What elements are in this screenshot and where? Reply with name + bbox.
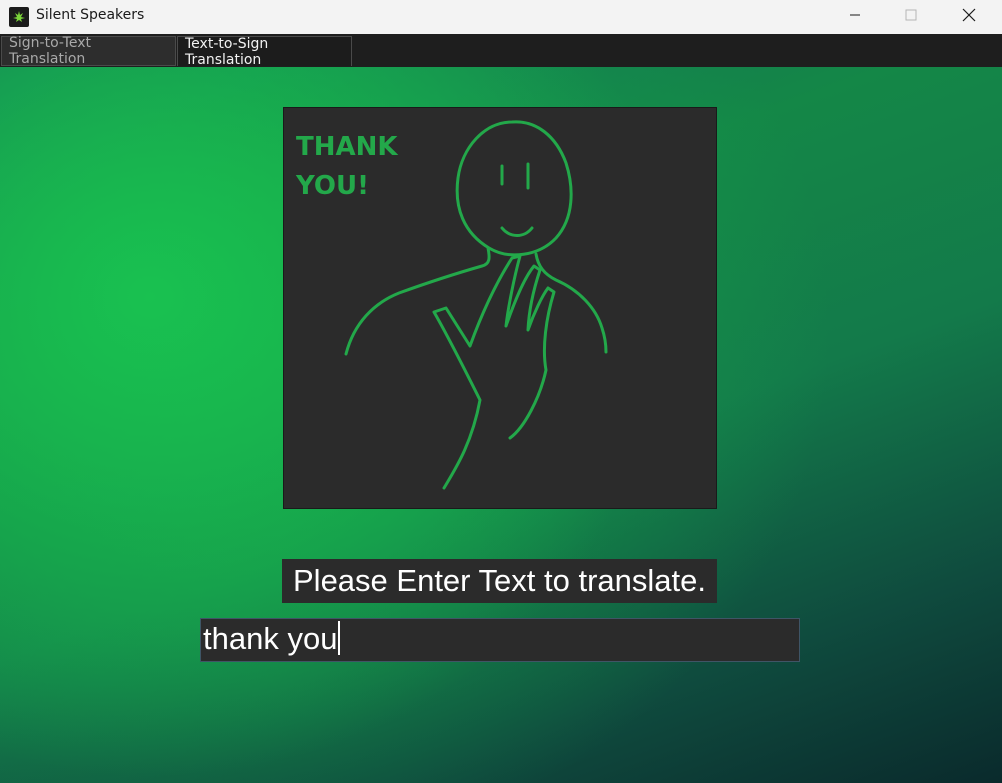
sign-image: THANK YOU!	[283, 107, 717, 509]
maximize-icon	[905, 9, 917, 21]
sign-illustration: THANK YOU!	[295, 120, 608, 490]
text-caret	[338, 621, 341, 655]
close-icon	[962, 8, 976, 22]
maximize-button[interactable]	[882, 0, 940, 30]
tab-sign-to-text[interactable]: Sign-to-Text Translation	[1, 35, 176, 67]
tab-bar: Sign-to-Text Translation Text-to-Sign Tr…	[0, 34, 1002, 68]
leaf-icon	[9, 7, 29, 27]
person-drawing	[344, 120, 608, 490]
title-bar[interactable]: Silent Speakers	[0, 0, 1002, 34]
translation-text-input[interactable]: thank you	[200, 618, 800, 662]
minimize-icon	[850, 14, 860, 16]
window-title: Silent Speakers	[36, 7, 145, 23]
sign-caption-line2: YOU!	[295, 171, 369, 201]
app-window: Silent Speakers Sign-to-Text Translation…	[0, 0, 1002, 783]
minimize-button[interactable]	[826, 0, 884, 30]
translation-panel: THANK YOU! Please Enter Text to translat…	[0, 67, 1002, 783]
tab-text-to-sign[interactable]: Text-to-Sign Translation	[177, 36, 352, 68]
close-button[interactable]	[940, 0, 998, 30]
prompt-label: Please Enter Text to translate.	[282, 559, 717, 603]
input-value: thank you	[203, 621, 338, 656]
sign-caption-line1: THANK	[296, 132, 398, 162]
